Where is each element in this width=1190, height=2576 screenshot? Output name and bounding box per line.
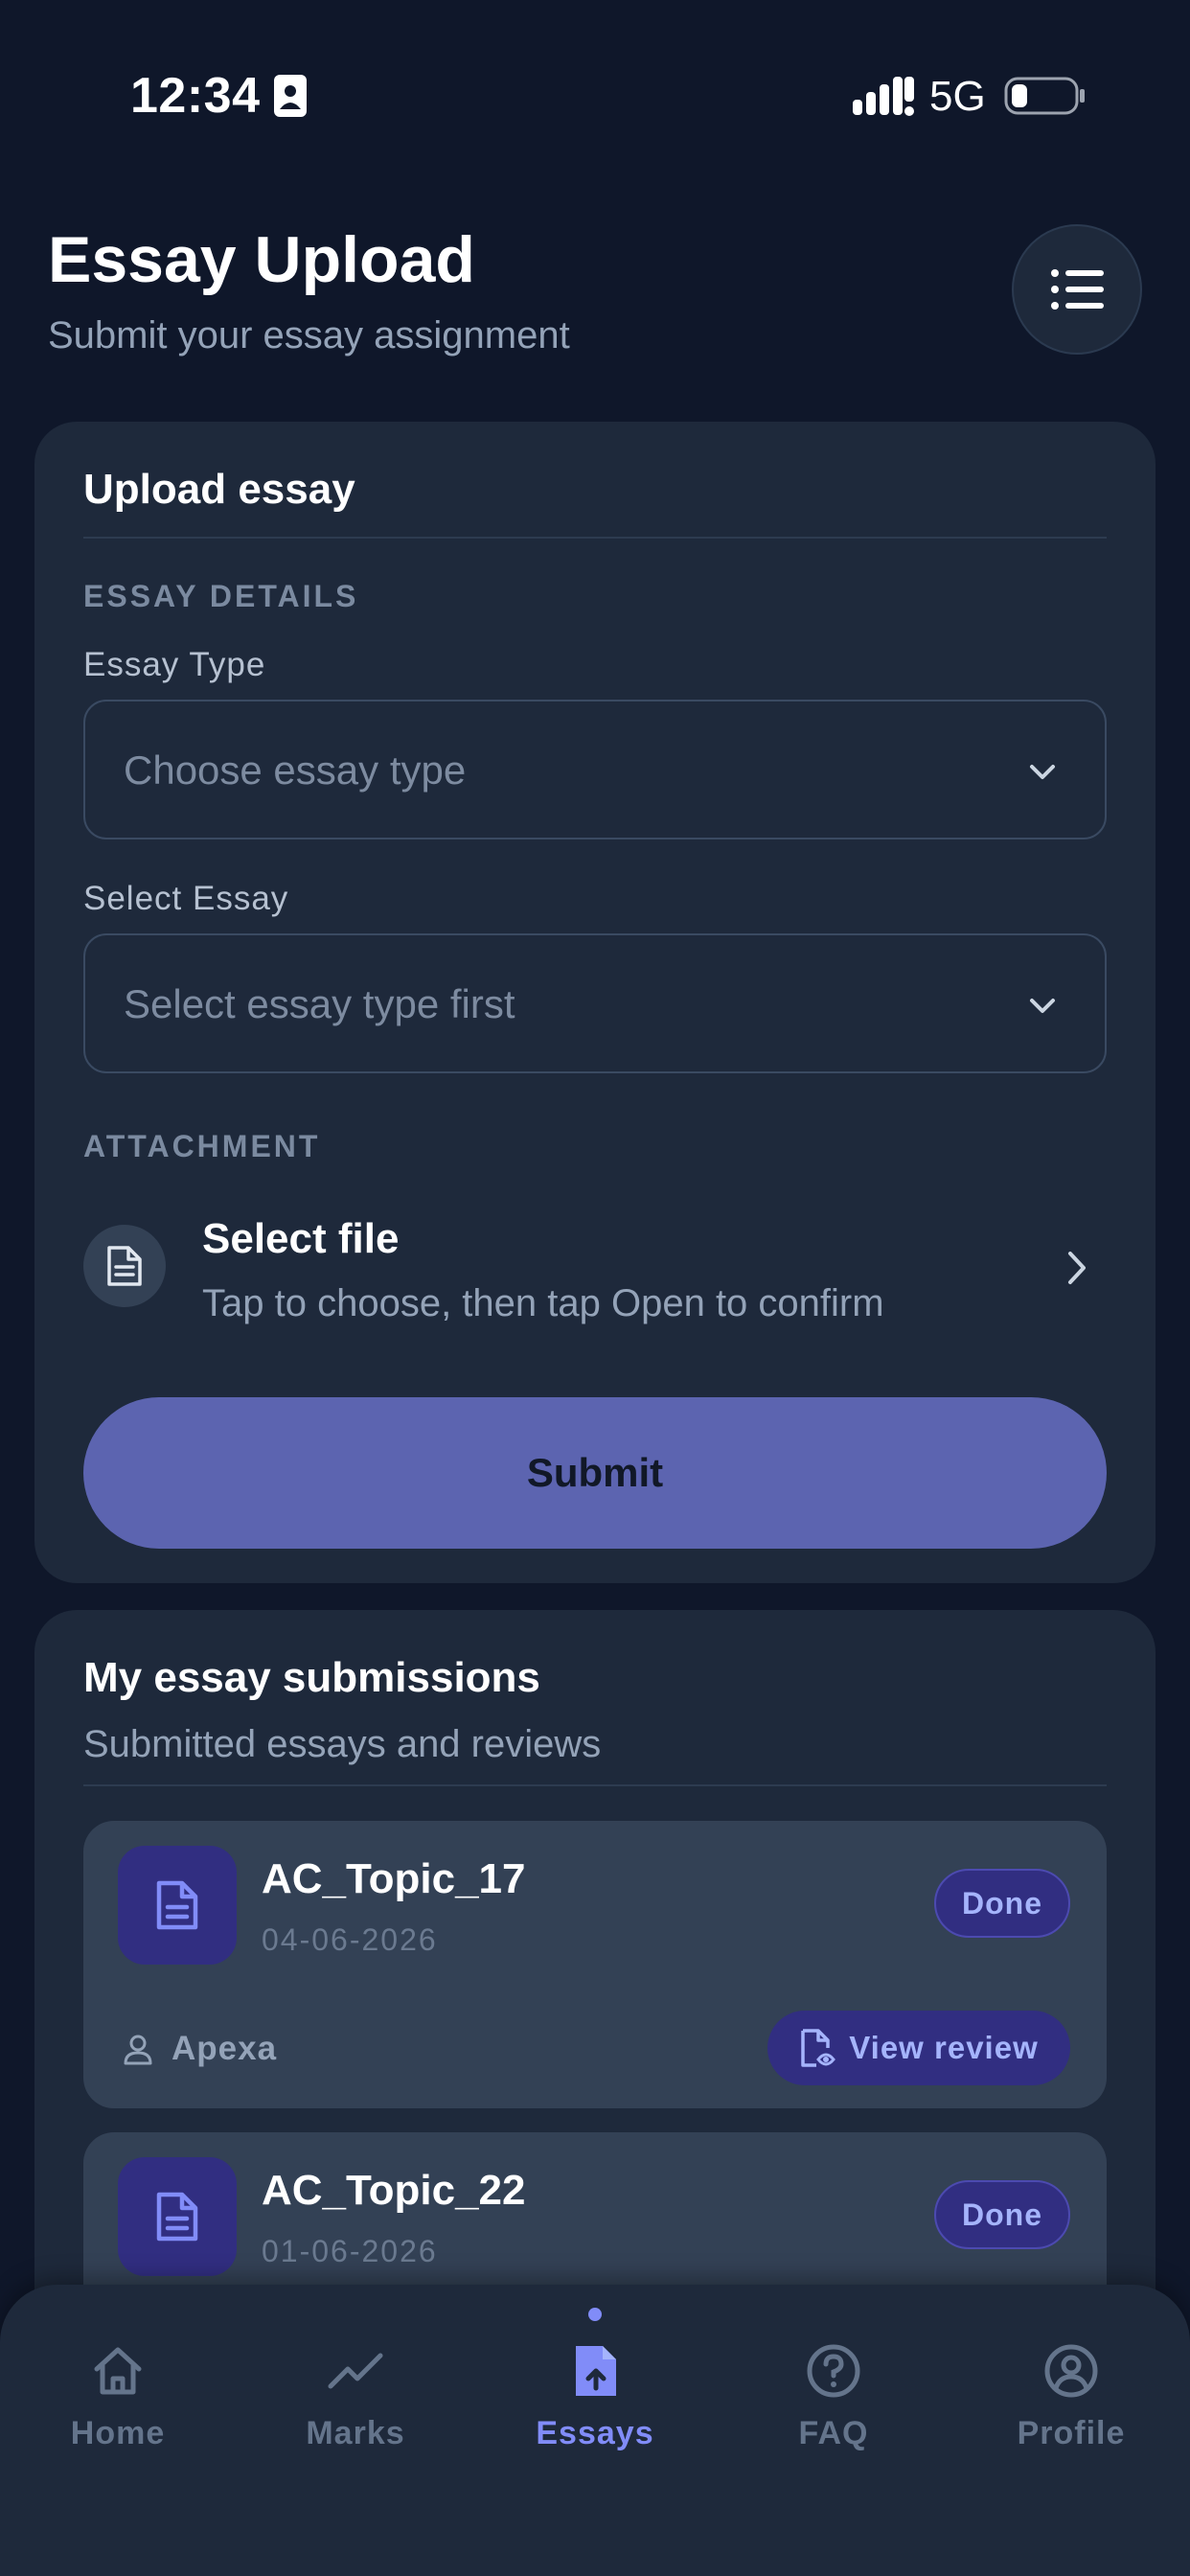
file-upload-icon — [576, 2346, 616, 2396]
active-indicator — [588, 2308, 602, 2321]
chevron-down-icon — [1030, 999, 1055, 1013]
submission-author: Apexa — [122, 2030, 277, 2068]
select-file-row[interactable]: Select file Tap to choose, then tap Open… — [83, 1196, 1107, 1340]
status-badge: Done — [934, 1869, 1070, 1938]
chevron-right-icon — [1068, 1252, 1086, 1284]
file-review-icon — [801, 2029, 836, 2067]
nav-label-home: Home — [70, 2415, 166, 2451]
bottom-nav: Home Marks Essays FAQ Profile — [0, 2285, 1190, 2576]
help-icon — [807, 2344, 860, 2398]
select-essay-label: Select Essay — [83, 880, 289, 917]
chevron-down-icon — [1030, 765, 1055, 779]
status-badge: Done — [934, 2180, 1070, 2249]
status-time: 12:34 — [130, 68, 261, 124]
trend-icon — [328, 2353, 383, 2389]
file-icon — [83, 1225, 166, 1307]
nav-label-marks: Marks — [306, 2415, 405, 2451]
id-card-icon — [274, 75, 307, 117]
divider — [83, 537, 1107, 539]
nav-item-essays[interactable]: Essays — [499, 2308, 691, 2486]
select-file-title: Select file — [202, 1215, 400, 1262]
submission-name: AC_Topic_22 — [262, 2167, 526, 2214]
upload-card-title: Upload essay — [83, 466, 355, 513]
nav-label-essays: Essays — [536, 2415, 654, 2451]
menu-button[interactable] — [1012, 224, 1142, 355]
divider — [83, 1784, 1107, 1786]
nav-item-home[interactable]: Home — [22, 2342, 214, 2486]
signal-icon — [853, 77, 914, 116]
user-icon — [124, 2035, 152, 2065]
submission-name: AC_Topic_17 — [262, 1855, 526, 1902]
view-review-button[interactable]: View review — [767, 2011, 1070, 2085]
view-review-label: View review — [849, 2030, 1039, 2065]
submissions-title: My essay submissions — [83, 1654, 540, 1701]
document-icon — [118, 2157, 237, 2276]
battery-icon — [1004, 77, 1085, 115]
user-circle-icon — [1044, 2344, 1098, 2398]
select-essay-select[interactable]: Select essay type first — [83, 933, 1107, 1073]
home-icon — [94, 2347, 142, 2395]
nav-item-profile[interactable]: Profile — [975, 2342, 1167, 2486]
network-type: 5G — [929, 73, 986, 120]
essay-type-select[interactable]: Choose essay type — [83, 700, 1107, 840]
submission-date: 01-06-2026 — [262, 2234, 438, 2268]
upload-essay-card: Upload essay ESSAY DETAILS Essay Type Ch… — [34, 422, 1156, 1583]
submission-item[interactable]: AC_Topic_17 04-06-2026 Done Apexa View r… — [83, 1821, 1107, 2108]
status-bar: 12:34 5G — [0, 0, 1190, 192]
nav-item-faq[interactable]: FAQ — [738, 2342, 929, 2486]
essay-type-label: Essay Type — [83, 646, 266, 683]
page-title: Essay Upload — [48, 223, 475, 296]
submit-button[interactable]: Submit — [83, 1397, 1107, 1549]
nav-label-faq: FAQ — [798, 2415, 869, 2451]
document-icon — [118, 1846, 237, 1965]
nav-label-profile: Profile — [1017, 2415, 1126, 2451]
submissions-subtitle: Submitted essays and reviews — [83, 1723, 602, 1765]
select-file-hint: Tap to choose, then tap Open to confirm — [202, 1282, 884, 1324]
select-essay-placeholder: Select essay type first — [124, 981, 515, 1026]
author-name: Apexa — [172, 2030, 278, 2067]
submission-date: 04-06-2026 — [262, 1922, 438, 1957]
section-attachment: ATTACHMENT — [83, 1129, 321, 1163]
list-icon — [1051, 269, 1104, 310]
page-subtitle: Submit your essay assignment — [48, 314, 570, 356]
section-essay-details: ESSAY DETAILS — [83, 579, 359, 613]
nav-item-marks[interactable]: Marks — [260, 2342, 451, 2486]
essay-type-placeholder: Choose essay type — [124, 748, 467, 793]
